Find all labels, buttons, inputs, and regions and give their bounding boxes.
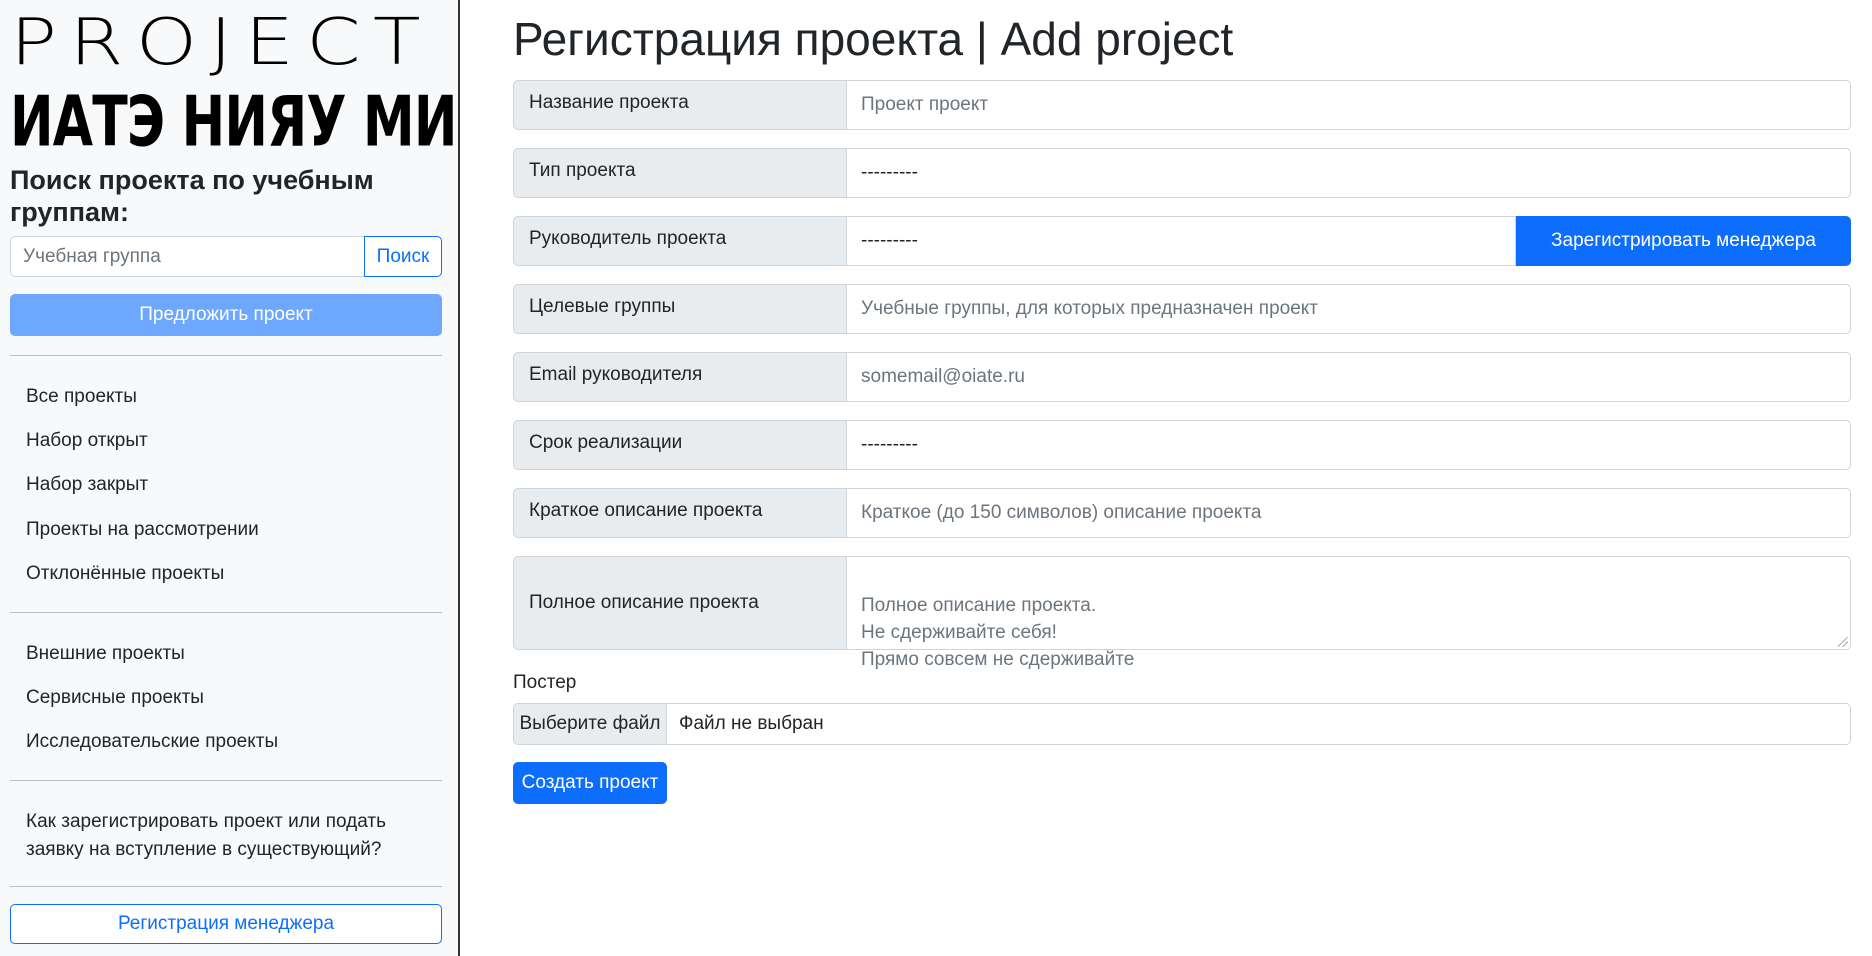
- target-groups-row: Целевые группы Учебные группы, для котор…: [513, 284, 1851, 334]
- resize-handle-icon[interactable]: [1838, 637, 1848, 647]
- full-description-textarea[interactable]: Полное описание проекта. Не сдерживайте …: [846, 556, 1851, 670]
- nav-rejected-projects[interactable]: Отклонённые проекты: [26, 562, 224, 586]
- register-manager-button[interactable]: Зарегистрировать менеджера: [1516, 216, 1851, 266]
- nav-service-projects[interactable]: Сервисные проекты: [26, 686, 204, 710]
- propose-project-button[interactable]: Предложить проект: [10, 294, 442, 336]
- study-group-search-input[interactable]: [10, 236, 364, 277]
- manager-registration-button[interactable]: Регистрация менеджера: [10, 904, 442, 944]
- project-type-select[interactable]: ---------: [846, 148, 1851, 198]
- full-description-row: Полное описание проекта Полное описание …: [513, 556, 1851, 670]
- project-type-label: Тип проекта: [513, 148, 846, 198]
- search-group: Поиск: [10, 236, 442, 277]
- divider: [10, 612, 442, 613]
- project-leader-select[interactable]: ---------: [846, 216, 1516, 266]
- divider: [10, 886, 442, 887]
- short-description-row: Краткое описание проекта Краткое (до 150…: [513, 488, 1851, 538]
- file-status: Файл не выбран: [667, 703, 1851, 745]
- poster-label: Постер: [513, 672, 577, 693]
- deadline-label: Срок реализации: [513, 420, 846, 470]
- search-title: Поиск проекта по учебным группам:: [10, 165, 374, 227]
- leader-email-input[interactable]: somemail@oiate.ru: [846, 352, 1851, 402]
- divider: [10, 780, 442, 781]
- project-name-row: Название проекта Проект проект: [513, 80, 1851, 130]
- create-project-button[interactable]: Создать проект: [513, 762, 667, 804]
- target-groups-label: Целевые группы: [513, 284, 846, 334]
- choose-file-button[interactable]: Выберите файл: [513, 703, 667, 745]
- poster-file-input: Выберите файл Файл не выбран: [513, 703, 1851, 745]
- short-description-label: Краткое описание проекта: [513, 488, 846, 538]
- project-leader-label: Руководитель проекта: [513, 216, 846, 266]
- project-type-row: Тип проекта ---------: [513, 148, 1851, 198]
- search-button[interactable]: Поиск: [364, 236, 442, 277]
- nav-recruitment-closed[interactable]: Набор закрыт: [26, 473, 148, 497]
- logo-institute: ИАТЭ НИЯУ МИФИ: [10, 80, 458, 163]
- full-description-placeholder: Полное описание проекта. Не сдерживайте …: [861, 595, 1135, 670]
- short-description-input[interactable]: Краткое (до 150 символов) описание проек…: [846, 488, 1851, 538]
- nav-external-projects[interactable]: Внешние проекты: [26, 642, 185, 666]
- page-title: Регистрация проекта | Add project: [513, 13, 1234, 65]
- deadline-row: Срок реализации ---------: [513, 420, 1851, 470]
- logo-project: PROJECT: [10, 6, 433, 80]
- nav-research-projects[interactable]: Исследовательские проекты: [26, 730, 278, 754]
- nav-recruitment-open[interactable]: Набор открыт: [26, 429, 148, 453]
- leader-email-row: Email руководителя somemail@oiate.ru: [513, 352, 1851, 402]
- target-groups-input[interactable]: Учебные группы, для которых предназначен…: [846, 284, 1851, 334]
- full-description-label: Полное описание проекта: [513, 556, 846, 650]
- deadline-select[interactable]: ---------: [846, 420, 1851, 470]
- project-name-input[interactable]: Проект проект: [846, 80, 1851, 130]
- project-name-label: Название проекта: [513, 80, 846, 130]
- nav-projects-under-review[interactable]: Проекты на рассмотрении: [26, 518, 259, 542]
- leader-email-label: Email руководителя: [513, 352, 846, 402]
- nav-all-projects[interactable]: Все проекты: [26, 385, 137, 409]
- sidebar: PROJECT ИАТЭ НИЯУ МИФИ Поиск проекта по …: [0, 0, 460, 956]
- project-leader-row: Руководитель проекта --------- Зарегистр…: [513, 216, 1851, 266]
- help-link[interactable]: Как зарегистрировать проект или подать з…: [26, 808, 436, 864]
- divider: [10, 355, 442, 356]
